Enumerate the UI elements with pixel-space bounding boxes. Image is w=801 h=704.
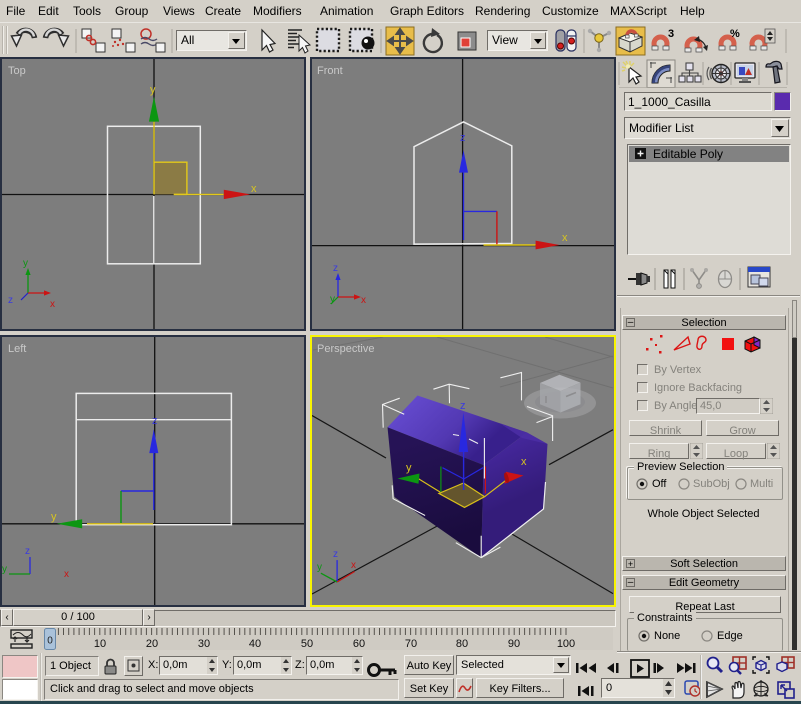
svg-text:%: % [730, 28, 740, 40]
svg-text:50: 50 [301, 638, 313, 650]
svg-text:40: 40 [249, 638, 261, 650]
svg-text:70: 70 [405, 638, 417, 650]
svg-text:90: 90 [508, 638, 520, 650]
svg-text:3: 3 [668, 28, 674, 40]
svg-text:60: 60 [353, 638, 365, 650]
svg-text:0: 0 [47, 636, 53, 647]
svg-text:100: 100 [557, 638, 575, 650]
svg-text:80: 80 [456, 638, 468, 650]
svg-text:20: 20 [146, 638, 158, 650]
svg-text:10: 10 [94, 638, 106, 650]
svg-text:30: 30 [198, 638, 210, 650]
